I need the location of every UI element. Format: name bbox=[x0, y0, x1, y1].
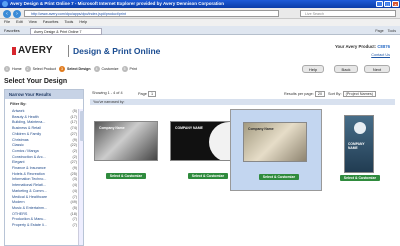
step-customize[interactable]: 4 Customize bbox=[93, 66, 119, 72]
address-field[interactable]: http://www.avery.com/dpo/apps/dpo/index.… bbox=[24, 10, 279, 17]
step-home[interactable]: 1 Home bbox=[4, 66, 22, 72]
product-info: Your Avery Product: C8876 bbox=[335, 44, 390, 49]
step-number: 1 bbox=[4, 66, 10, 72]
forward-arrow-icon[interactable]: › bbox=[13, 9, 21, 18]
results-per-page: Results per page: 20 bbox=[284, 91, 326, 97]
close-icon[interactable]: × bbox=[392, 1, 399, 7]
minimize-icon[interactable]: _ bbox=[376, 1, 383, 7]
menu-edit[interactable]: Edit bbox=[16, 19, 23, 26]
filter-panel: Narrow Your Results Filter By: Artwork (5… bbox=[4, 89, 84, 246]
menu-bar: File Edit View Favorites Tools Help bbox=[0, 19, 400, 26]
window-controls: _ □ × bbox=[376, 1, 399, 7]
ie-logo-icon bbox=[2, 1, 8, 7]
favorites-button[interactable]: Favorites bbox=[4, 28, 20, 34]
design-item-selected[interactable]: Company Name Select & Customize bbox=[230, 109, 322, 191]
back-arrow-icon[interactable]: ‹ bbox=[3, 9, 11, 18]
step-select-design[interactable]: 3 Select Design bbox=[58, 66, 91, 72]
pagination: Page 1 bbox=[138, 91, 157, 97]
menu-view[interactable]: View bbox=[29, 19, 37, 26]
tab-bar: Favorites Avery Design & Print Online 7 … bbox=[0, 26, 400, 35]
search-input[interactable]: Live Search bbox=[300, 10, 396, 17]
product-label: Your Avery Product: bbox=[334, 44, 377, 49]
design-thumbnail[interactable]: Company Name bbox=[94, 121, 158, 161]
step-number: 2 bbox=[24, 66, 31, 72]
tab-avery[interactable]: Avery Design & Print Online 7 bbox=[30, 27, 102, 35]
address-toolbar: ‹ › http://www.avery.com/dpo/apps/dpo/in… bbox=[0, 8, 400, 19]
command-bar: Page Tools bbox=[375, 28, 396, 34]
filter-panel-heading: Narrow Your Results bbox=[5, 90, 83, 99]
step-label: Select Product bbox=[32, 67, 56, 71]
filter-list: Artwork (5) Beauty & Health (17) Building, M… bbox=[7, 109, 77, 245]
narrowed-by-bar: You've narrowed by: bbox=[90, 99, 395, 105]
menu-favorites[interactable]: Favorites bbox=[43, 19, 59, 26]
contact-link[interactable]: Contact Us bbox=[371, 53, 390, 57]
design-thumbnail[interactable]: COMPANY NAME bbox=[344, 115, 374, 173]
tools-menu[interactable]: Tools bbox=[388, 28, 396, 34]
menu-file[interactable]: File bbox=[4, 19, 10, 26]
page-select[interactable]: 1 bbox=[147, 91, 157, 97]
sort-control: Sort By: (Project Names) bbox=[328, 91, 377, 97]
select-customize-button[interactable]: Select & Customize bbox=[340, 175, 380, 181]
maximize-icon[interactable]: □ bbox=[384, 1, 391, 7]
step-label: Print bbox=[129, 67, 137, 71]
design-item[interactable]: COMPANY NAME Select & Customize bbox=[326, 109, 396, 191]
select-customize-button[interactable]: Select & Customize bbox=[188, 173, 228, 179]
step-number: 3 bbox=[58, 66, 65, 72]
step-number: 4 bbox=[93, 66, 100, 72]
rpp-label: Results per page: bbox=[284, 92, 314, 96]
filter-item-count: (7) bbox=[72, 223, 77, 228]
avery-logo-mark-icon bbox=[12, 47, 16, 55]
card-company-name: COMPANY NAME bbox=[175, 126, 203, 130]
menu-tools[interactable]: Tools bbox=[64, 19, 73, 26]
filter-scrollbar[interactable] bbox=[78, 109, 84, 245]
app-title: Design & Print Online bbox=[73, 46, 161, 56]
window-title: Avery Design & Print Online 7 - Microsof… bbox=[10, 1, 225, 6]
sort-select[interactable]: (Project Names) bbox=[342, 91, 377, 97]
results-toolbar: Showing 1 - 4 of 4 Page 1 Results per pa… bbox=[90, 89, 395, 98]
select-customize-button[interactable]: Select & Customize bbox=[106, 173, 146, 179]
design-item[interactable]: COMPANY NAME Select & Customize bbox=[166, 109, 240, 191]
card-decoration bbox=[354, 122, 366, 134]
help-button[interactable]: Help bbox=[302, 65, 324, 73]
results-count: Showing 1 - 4 of 4 bbox=[92, 91, 123, 95]
step-label: Home bbox=[12, 67, 22, 71]
product-code: C8876 bbox=[377, 44, 390, 49]
next-button[interactable]: Next bbox=[364, 65, 390, 73]
avery-logo[interactable]: AVERY bbox=[18, 45, 53, 56]
page-label: Page bbox=[138, 92, 147, 96]
design-thumbnail[interactable]: COMPANY NAME bbox=[170, 121, 234, 161]
rpp-select[interactable]: 20 bbox=[314, 91, 326, 97]
select-customize-button[interactable]: Select & Customize bbox=[259, 174, 299, 180]
step-label: Customize bbox=[101, 67, 119, 71]
results-area: Showing 1 - 4 of 4 Page 1 Results per pa… bbox=[90, 89, 395, 246]
design-grid: Company Name Select & Customize COMPANY … bbox=[90, 109, 395, 209]
step-label: Select Design bbox=[66, 67, 91, 71]
back-button[interactable]: Back bbox=[334, 65, 358, 73]
filter-item[interactable]: Property & Estate li... (7) bbox=[7, 223, 77, 229]
sort-label: Sort By: bbox=[328, 92, 342, 96]
design-thumbnail[interactable]: Company Name bbox=[243, 122, 307, 162]
menu-help[interactable]: Help bbox=[79, 19, 87, 26]
page-menu[interactable]: Page bbox=[375, 28, 383, 34]
step-print[interactable]: 5 Print bbox=[121, 66, 137, 72]
card-company-name: COMPANY NAME bbox=[348, 142, 365, 150]
scrollbar-thumb[interactable] bbox=[79, 111, 84, 141]
card-company-name: Company Name bbox=[248, 127, 274, 131]
card-company-name: Company Name bbox=[99, 126, 125, 130]
step-select-product[interactable]: 2 Select Product bbox=[24, 66, 56, 72]
design-item[interactable]: Company Name Select & Customize bbox=[90, 109, 164, 191]
filter-item-label: Property & Estate li... bbox=[12, 223, 47, 228]
page-title: Select Your Design bbox=[4, 78, 68, 85]
step-number: 5 bbox=[121, 66, 128, 72]
filter-by-label: Filter By: bbox=[10, 102, 27, 106]
logo-divider bbox=[68, 45, 69, 57]
site-header: AVERY Design & Print Online Your Avery P… bbox=[0, 35, 400, 65]
window-titlebar: Avery Design & Print Online 7 - Microsof… bbox=[0, 0, 400, 8]
